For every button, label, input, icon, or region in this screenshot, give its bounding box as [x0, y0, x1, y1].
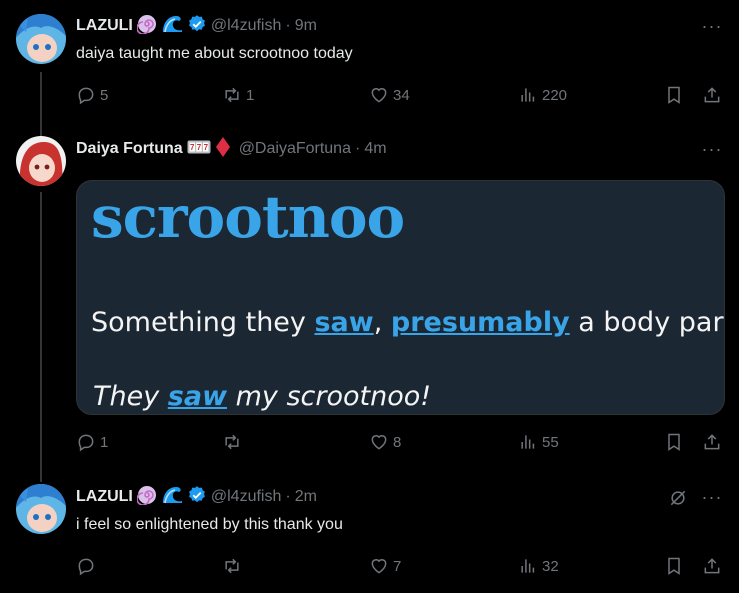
repost-button[interactable]	[222, 430, 246, 454]
share-button[interactable]	[702, 554, 722, 578]
reply-icon	[78, 87, 94, 105]
avatar[interactable]	[16, 484, 66, 534]
handle[interactable]: @l4zufish	[211, 488, 282, 506]
like-button[interactable]: 34	[369, 83, 410, 107]
reply-icon	[78, 434, 94, 452]
view-count: 32	[542, 557, 559, 575]
heart-icon	[371, 559, 387, 574]
bookmark-button[interactable]	[664, 430, 684, 454]
more-button[interactable]: ···	[701, 15, 723, 37]
timestamp[interactable]: 4m	[364, 140, 386, 158]
views-icon	[521, 435, 535, 449]
action-bar: 5 1 34 220	[76, 83, 724, 107]
timestamp[interactable]: 9m	[295, 17, 317, 35]
repost-count: 1	[246, 86, 255, 104]
tweet-header: LAZULI @l4zufish · 9m	[76, 14, 317, 39]
verified-icon	[187, 485, 207, 510]
definition-word: scrootnoo	[91, 183, 405, 251]
repost-icon	[225, 434, 239, 450]
repost-button[interactable]	[222, 554, 246, 578]
display-name[interactable]: Daiya Fortuna	[76, 140, 183, 158]
views-button[interactable]: 220	[518, 83, 567, 107]
view-count: 220	[542, 86, 568, 104]
views-icon	[521, 88, 535, 102]
wave-icon	[161, 14, 183, 39]
handle[interactable]: @DaiyaFortuna	[239, 140, 351, 158]
avatar[interactable]	[16, 136, 66, 186]
repost-icon	[225, 558, 239, 574]
display-name[interactable]: LAZULI	[76, 17, 133, 35]
definition-text-part: ,	[373, 307, 391, 338]
example-link: saw	[167, 381, 228, 412]
timestamp[interactable]: 2m	[295, 488, 317, 506]
share-icon	[704, 434, 720, 450]
views-button[interactable]: 55	[518, 430, 559, 454]
handle[interactable]: @l4zufish	[211, 17, 282, 35]
share-button[interactable]	[702, 430, 722, 454]
like-count: 8	[393, 433, 402, 451]
definition-link: presumably	[390, 307, 570, 338]
svg-text:7: 7	[203, 143, 208, 152]
example-text-part: They	[93, 381, 168, 412]
like-count: 34	[393, 86, 410, 104]
tweet[interactable]: LAZULI @l4zufish · 2m ··· i feel so enli…	[0, 470, 739, 593]
spiral-icon	[136, 14, 157, 39]
wave-icon	[161, 485, 183, 510]
heart-icon	[371, 435, 387, 450]
definition-link: saw	[314, 307, 374, 338]
grok-icon	[670, 490, 686, 506]
reply-count: 5	[100, 86, 109, 104]
spiral-icon	[136, 485, 157, 510]
example-text-part: my scrootnoo!	[227, 381, 432, 412]
bookmark-icon	[668, 433, 680, 451]
definition-example: They saw my scrootnoo!	[93, 381, 431, 412]
slot-machine-icon: 777	[187, 140, 211, 159]
more-button[interactable]: ···	[701, 486, 723, 508]
action-bar: 1 8 55	[76, 430, 724, 454]
bookmark-button[interactable]	[664, 554, 684, 578]
tweet[interactable]: LAZULI @l4zufish · 9m ··· daiya taught m…	[0, 0, 739, 120]
reply-button[interactable]: 1	[76, 430, 108, 454]
verified-icon	[187, 14, 207, 39]
grok-button[interactable]	[668, 486, 688, 510]
like-button[interactable]: 8	[369, 430, 401, 454]
separator: ·	[285, 488, 291, 505]
views-button[interactable]: 32	[518, 554, 559, 578]
definition-text-part: Something they	[91, 307, 315, 338]
reply-button[interactable]	[76, 554, 100, 578]
more-button[interactable]: ···	[701, 138, 723, 160]
definition-text: Something they saw, presumably a body pa…	[91, 307, 724, 338]
action-bar: 7 32	[76, 554, 724, 578]
views-icon	[521, 559, 535, 573]
like-count: 7	[393, 557, 402, 575]
separator: ·	[285, 17, 291, 34]
svg-text:7: 7	[196, 143, 201, 152]
bookmark-icon	[668, 86, 680, 104]
tweet-text: daiya taught me about scrootnoo today	[76, 45, 353, 62]
heart-icon	[371, 88, 387, 103]
share-icon	[704, 87, 720, 103]
repost-button[interactable]: 1	[222, 83, 254, 107]
share-icon	[704, 558, 720, 574]
tweet-header: Daiya Fortuna 777 @DaiyaFortuna · 4m	[76, 136, 387, 163]
reply-button[interactable]: 5	[76, 83, 108, 107]
tweet-header: LAZULI @l4zufish · 2m	[76, 485, 317, 510]
separator: ·	[354, 140, 361, 157]
media-image[interactable]: scrootnoo Something they saw, presumably…	[76, 180, 725, 415]
bookmark-button[interactable]	[664, 83, 684, 107]
repost-icon	[225, 87, 239, 103]
display-name[interactable]: LAZULI	[76, 488, 133, 506]
like-button[interactable]: 7	[369, 554, 401, 578]
reply-count: 1	[100, 433, 109, 451]
bookmark-icon	[668, 557, 680, 575]
svg-text:7: 7	[190, 143, 195, 152]
tweet-text: i feel so enlightened by this thank you	[76, 516, 343, 533]
share-button[interactable]	[702, 83, 722, 107]
definition-text-part: a body part- Lik	[578, 307, 724, 338]
view-count: 55	[542, 433, 559, 451]
avatar[interactable]	[16, 14, 66, 64]
diamond-icon	[215, 136, 231, 163]
reply-icon	[78, 558, 94, 576]
